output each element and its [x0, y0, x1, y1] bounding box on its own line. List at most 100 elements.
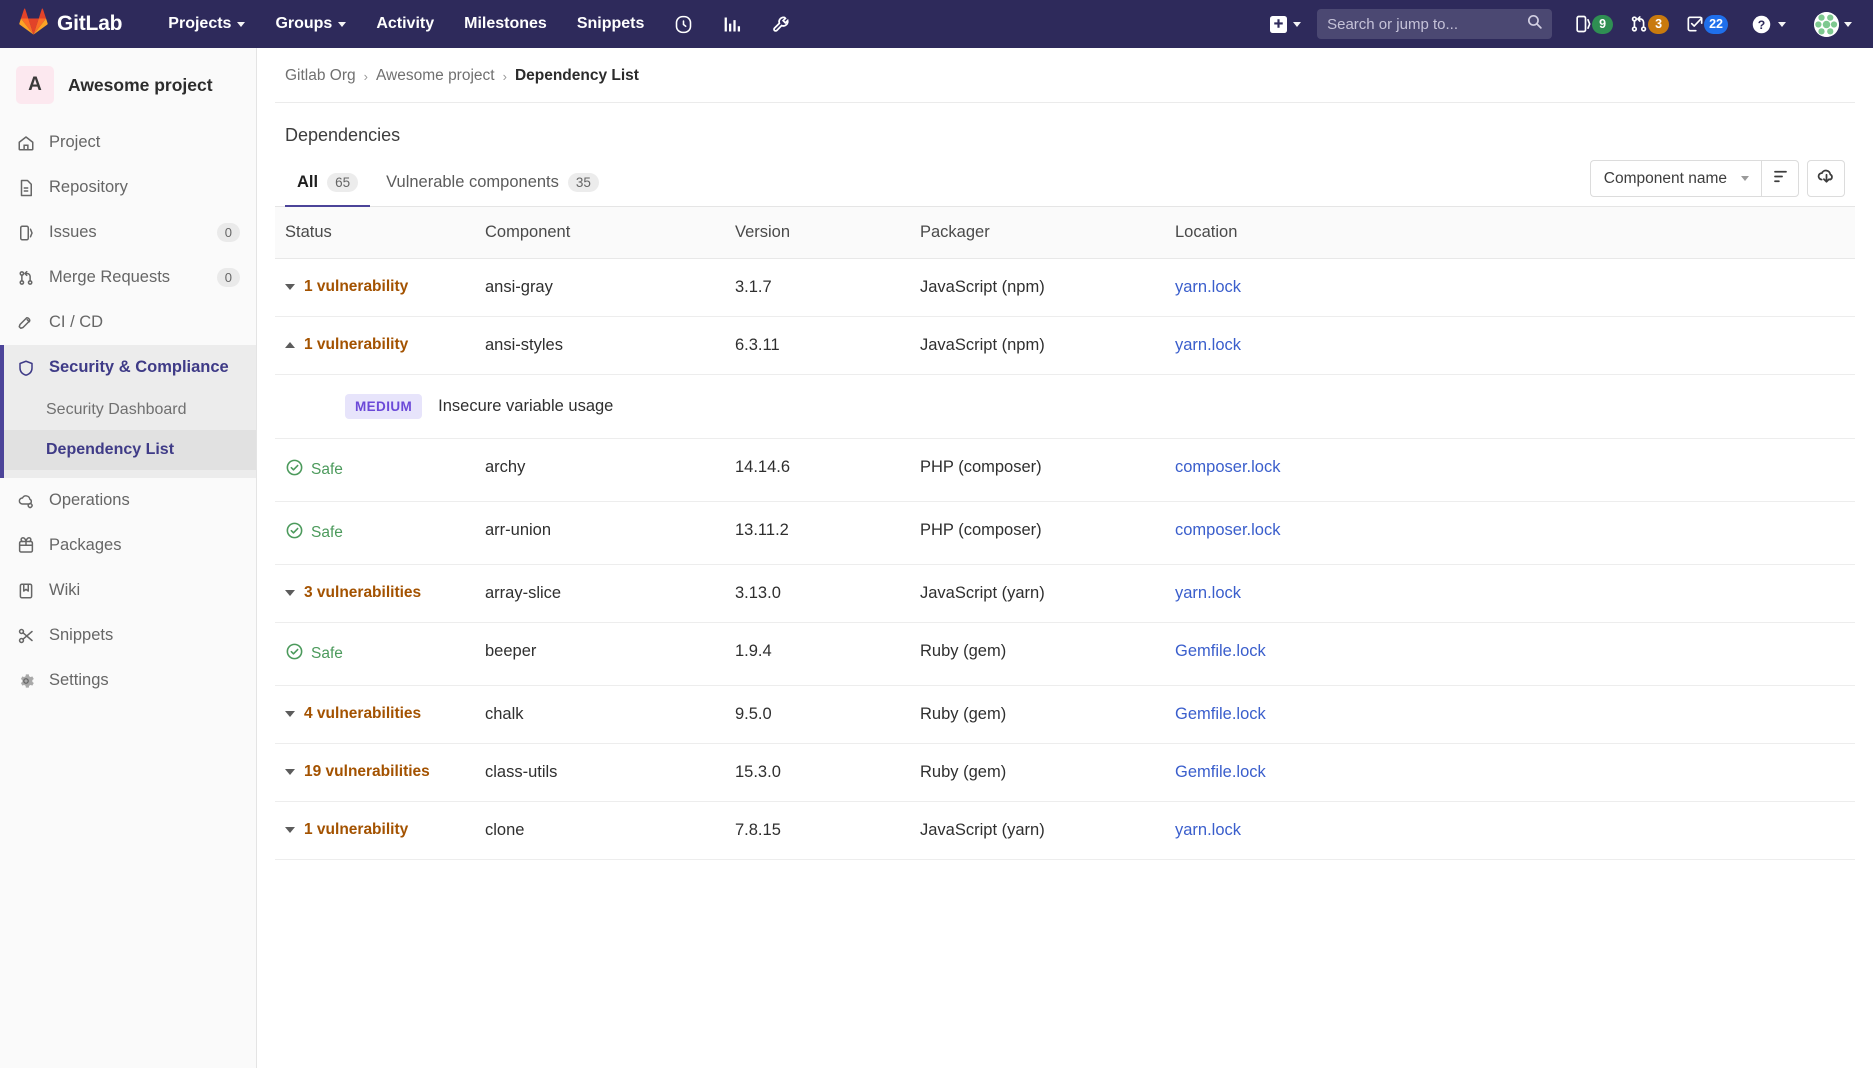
breadcrumb-item-project[interactable]: Awesome project: [376, 67, 495, 85]
cell-status: 1 vulnerability: [275, 317, 475, 375]
sidebar-item-packages[interactable]: Packages: [0, 523, 256, 568]
sidebar-item-project[interactable]: Project: [0, 120, 256, 165]
nav-link-milestones[interactable]: Milestones: [450, 1, 561, 47]
location-link[interactable]: yarn.lock: [1175, 584, 1241, 602]
chevron-down-icon[interactable]: [285, 769, 295, 775]
vulnerability-item[interactable]: MEDIUMInsecure variable usage: [285, 394, 1845, 419]
sort-order-button[interactable]: [1761, 160, 1799, 197]
nav-link-snippets[interactable]: Snippets: [563, 1, 659, 47]
sidebar-item-security-compliance-wrap: Security & Compliance: [0, 345, 256, 390]
table-row: 3 vulnerabilitiesarray-slice3.13.0JavaSc…: [275, 565, 1855, 623]
dependency-table: Status Component Version Packager Locati…: [275, 207, 1855, 860]
sidebar-item-snippets[interactable]: Snippets: [0, 613, 256, 658]
chevron-down-icon: [1741, 176, 1749, 181]
issues-count-badge: 9: [1592, 15, 1613, 34]
table-row: 1 vulnerabilityclone7.8.15JavaScript (ya…: [275, 802, 1855, 860]
location-link[interactable]: composer.lock: [1175, 458, 1280, 476]
cell-packager: JavaScript (yarn): [910, 565, 1165, 623]
sidebar-item-security-dashboard[interactable]: Security Dashboard: [0, 390, 256, 430]
breadcrumb-item-org[interactable]: Gitlab Org: [285, 67, 356, 85]
vulnerability-count-link[interactable]: 3 vulnerabilities: [304, 584, 421, 602]
status-vulnerable[interactable]: 3 vulnerabilities: [285, 584, 465, 602]
sidebar-item-wiki[interactable]: Wiki: [0, 568, 256, 613]
vulnerability-count-link[interactable]: 19 vulnerabilities: [304, 763, 430, 781]
search-box[interactable]: [1317, 9, 1552, 39]
status-vulnerable[interactable]: 1 vulnerability: [285, 336, 465, 354]
cell-location: Gemfile.lock: [1165, 623, 1855, 686]
sidebar-item-dependency-list[interactable]: Dependency List: [0, 430, 256, 470]
location-link[interactable]: yarn.lock: [1175, 821, 1241, 839]
nav-link-projects[interactable]: Projects: [154, 1, 259, 47]
location-link[interactable]: Gemfile.lock: [1175, 642, 1266, 660]
table-row: 4 vulnerabilitieschalk9.5.0Ruby (gem)Gem…: [275, 686, 1855, 744]
vulnerability-count-link[interactable]: 1 vulnerability: [304, 336, 408, 354]
sidebar-item-settings[interactable]: Settings: [0, 658, 256, 703]
status-vulnerable[interactable]: 1 vulnerability: [285, 278, 465, 296]
location-link[interactable]: yarn.lock: [1175, 336, 1241, 354]
tabs-and-toolbar: All 65 Vulnerable components 35 Componen…: [275, 160, 1855, 207]
cell-version: 1.9.4: [725, 623, 910, 686]
status-vulnerable[interactable]: 1 vulnerability: [285, 821, 465, 839]
cell-status: Safe: [275, 623, 475, 686]
help-menu-button[interactable]: ?: [1737, 0, 1800, 49]
nav-link-groups[interactable]: Groups: [261, 1, 360, 47]
create-new-button[interactable]: [1256, 2, 1315, 47]
analytics-chart-icon-button[interactable]: [709, 2, 756, 47]
check-circle-icon: [285, 458, 304, 482]
cell-location: composer.lock: [1165, 439, 1855, 502]
gitlab-logo-link[interactable]: GitLab: [13, 8, 132, 40]
merge-requests-count-badge: 3: [1648, 15, 1669, 34]
table-row: 1 vulnerabilityansi-gray3.1.7JavaScript …: [275, 259, 1855, 317]
tab-all[interactable]: All 65: [285, 161, 370, 207]
table-toolbar: Component name: [1590, 160, 1845, 206]
todos-counter[interactable]: 22: [1678, 4, 1735, 44]
issues-counter[interactable]: 9: [1566, 4, 1620, 44]
issues-icon: [1573, 14, 1593, 34]
sidebar-item-security-compliance[interactable]: Security & Compliance: [0, 345, 256, 390]
wrench-icon-button[interactable]: [758, 2, 805, 47]
sidebar-item-repository-label: Repository: [49, 178, 240, 197]
location-link[interactable]: yarn.lock: [1175, 278, 1241, 296]
vulnerability-count-link[interactable]: 1 vulnerability: [304, 821, 408, 839]
chevron-down-icon[interactable]: [285, 827, 295, 833]
cell-status: 1 vulnerability: [275, 259, 475, 317]
project-avatar: A: [16, 66, 54, 104]
primary-nav: Projects Groups Activity Milestones Snip…: [154, 1, 805, 47]
check-circle-icon: [285, 642, 304, 666]
sidebar-item-repository[interactable]: Repository: [0, 165, 256, 210]
sort-field-dropdown[interactable]: Component name: [1590, 160, 1761, 197]
vulnerability-name: Insecure variable usage: [438, 397, 613, 416]
user-menu-button[interactable]: [1802, 4, 1860, 45]
vulnerability-count-link[interactable]: 1 vulnerability: [304, 278, 408, 296]
help-clock-icon-button[interactable]: [660, 2, 707, 47]
location-link[interactable]: Gemfile.lock: [1175, 705, 1266, 723]
tab-vulnerable-components[interactable]: Vulnerable components 35: [374, 161, 611, 207]
chevron-down-icon[interactable]: [285, 284, 295, 290]
export-button[interactable]: [1807, 160, 1845, 197]
nav-link-activity[interactable]: Activity: [362, 1, 448, 47]
search-input[interactable]: [1327, 16, 1526, 33]
cell-component: clone: [475, 802, 725, 860]
tabs: All 65 Vulnerable components 35: [285, 161, 611, 206]
check-circle-icon: [285, 521, 304, 545]
sidebar-item-ci-cd[interactable]: CI / CD: [0, 300, 256, 345]
chevron-down-icon[interactable]: [285, 711, 295, 717]
rocket-icon: [16, 313, 35, 332]
brand-name: GitLab: [57, 12, 122, 36]
status-vulnerable[interactable]: 4 vulnerabilities: [285, 705, 465, 723]
vulnerability-count-link[interactable]: 4 vulnerabilities: [304, 705, 421, 723]
sidebar-item-operations[interactable]: Operations: [0, 478, 256, 523]
project-header[interactable]: A Awesome project: [0, 48, 256, 120]
project-sidebar: A Awesome project Project Repository: [0, 48, 257, 1068]
location-link[interactable]: composer.lock: [1175, 521, 1280, 539]
breadcrumb: Gitlab Org › Awesome project › Dependenc…: [275, 48, 1855, 103]
status-vulnerable[interactable]: 19 vulnerabilities: [285, 763, 465, 781]
chevron-down-icon[interactable]: [285, 590, 295, 596]
tab-vulnerable-components-count: 35: [568, 173, 599, 192]
merge-requests-counter[interactable]: 3: [1622, 4, 1676, 44]
sidebar-item-merge-requests[interactable]: Merge Requests 0: [0, 255, 256, 300]
location-link[interactable]: Gemfile.lock: [1175, 763, 1266, 781]
cell-packager: Ruby (gem): [910, 686, 1165, 744]
sidebar-item-issues[interactable]: Issues 0: [0, 210, 256, 255]
chevron-up-icon[interactable]: [285, 342, 295, 348]
